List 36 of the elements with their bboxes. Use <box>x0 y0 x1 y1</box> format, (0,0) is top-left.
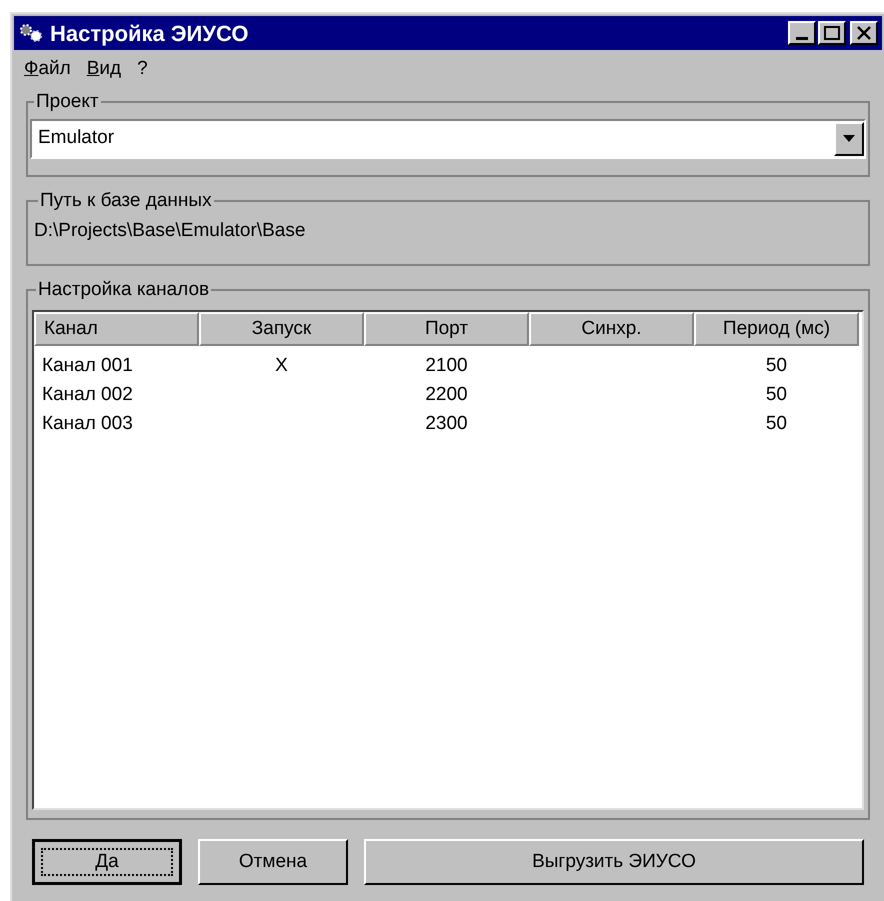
app-icon <box>18 22 44 44</box>
minimize-icon <box>796 37 808 40</box>
table-cell-text: Канал 002 <box>42 383 133 408</box>
minimize-button[interactable] <box>788 21 816 45</box>
column-header[interactable]: Порт <box>364 312 529 346</box>
column-header[interactable]: Канал <box>34 312 199 346</box>
column-header[interactable]: Период (мс) <box>694 312 859 346</box>
dialog-button[interactable]: Выгрузить ЭИУСО <box>364 839 864 885</box>
table-cell-text: 50 <box>766 412 787 436</box>
close-button[interactable] <box>850 21 878 45</box>
group-label: Проект <box>35 90 100 114</box>
maximize-button[interactable] <box>818 21 846 45</box>
table-cell-text: Канал 001 <box>42 354 133 378</box>
database-path: D:\Projects\Base\Emulator\Base <box>34 220 306 241</box>
dropdown-arrow-button[interactable] <box>834 122 864 156</box>
dialog-button[interactable]: Да <box>32 839 182 885</box>
close-icon <box>857 26 871 40</box>
menu-item[interactable]: Вид <box>86 54 122 84</box>
table-cell-text: 2100 <box>425 354 468 378</box>
table-cell-text: 2200 <box>425 383 468 408</box>
caret-icon <box>843 135 855 142</box>
table-cell-text: 2300 <box>425 412 468 436</box>
table-cell-text: 50 <box>766 383 787 408</box>
dialog-button[interactable]: Отмена <box>198 839 348 885</box>
group-label: Путь к базе данных <box>39 188 213 212</box>
menu-item[interactable]: Файл <box>24 54 71 84</box>
table-cell-text: Канал 003 <box>42 412 133 436</box>
column-header[interactable]: Синхр. <box>529 312 694 346</box>
table-cell-text: X <box>275 354 288 378</box>
maximize-icon <box>824 26 840 40</box>
group-label: Настройка каналов <box>37 278 210 302</box>
column-header[interactable]: Запуск <box>199 312 364 346</box>
menu-item[interactable]: ? <box>137 54 148 84</box>
project-dropdown[interactable]: Emulator <box>30 118 866 158</box>
table-cell-text: 50 <box>766 354 787 378</box>
window-title: Настройка ЭИУСО <box>50 20 248 48</box>
